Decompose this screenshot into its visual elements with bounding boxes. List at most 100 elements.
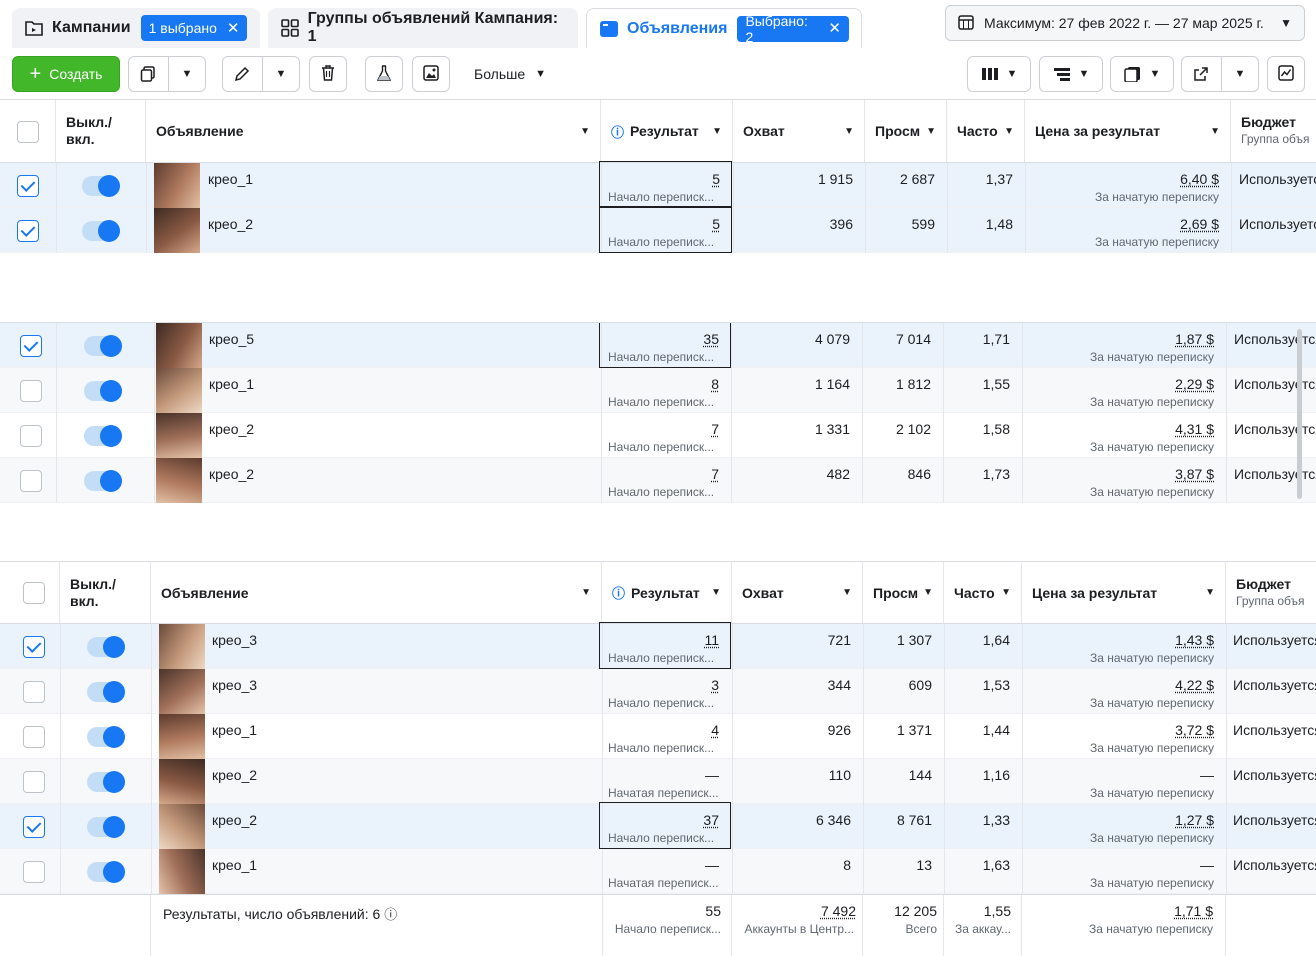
ab-test-button[interactable]	[365, 56, 403, 92]
tab-ads[interactable]: Объявления Выбрано: 2 ✕	[586, 8, 862, 48]
chevron-down-icon[interactable]: ▼	[1220, 57, 1258, 91]
ad-status-toggle[interactable]	[87, 861, 125, 883]
ad-thumbnail[interactable]	[159, 849, 205, 894]
row-checkbox[interactable]	[20, 380, 42, 402]
table-row[interactable]: крео_1 — Начатая переписк... 8 13 1,63 — За нач…	[0, 849, 1316, 894]
ad-name[interactable]: крео_1	[208, 171, 253, 187]
vertical-scrollbar[interactable]	[1297, 329, 1302, 499]
ad-status-toggle[interactable]	[84, 335, 122, 357]
table-row[interactable]: крео_1 5 Начало переписк... 1 915 2 687 1,37 6…	[0, 161, 1316, 208]
col-cpr[interactable]: Цена за результат ▼	[1022, 562, 1226, 623]
columns-button[interactable]: ▼	[967, 56, 1031, 92]
ad-thumbnail[interactable]	[159, 804, 205, 849]
date-range-picker[interactable]: Максимум: 27 фев 2022 г. — 27 мар 2025 г…	[945, 5, 1305, 41]
row-checkbox[interactable]	[23, 726, 45, 748]
col-cpr[interactable]: Цена за результат ▼	[1025, 100, 1231, 162]
row-checkbox[interactable]	[23, 771, 45, 793]
chevron-down-icon[interactable]: ▼	[261, 57, 299, 91]
ad-thumbnail[interactable]	[156, 323, 202, 368]
ad-name[interactable]: крео_2	[209, 421, 254, 437]
table-row[interactable]: крео_2 5 Начало переписк... 396 599 1,48 2,69 …	[0, 206, 1316, 253]
result-cell-value[interactable]: 3	[711, 669, 719, 693]
create-button[interactable]: + Создать	[12, 56, 120, 92]
cost-per-result-cell-value[interactable]: 4,31 $	[1175, 413, 1214, 437]
charts-button[interactable]	[1267, 56, 1305, 92]
table-row[interactable]: крео_5 35 Начало переписк... 4 079 7 014 1,71…	[0, 323, 1316, 368]
ad-name[interactable]: крео_3	[212, 677, 257, 693]
cost-per-result-cell-value[interactable]: 4,22 $	[1175, 669, 1214, 693]
ad-name[interactable]: крео_2	[209, 466, 254, 482]
ad-thumbnail[interactable]	[159, 669, 205, 714]
row-checkbox[interactable]	[23, 816, 45, 838]
delete-button[interactable]	[309, 56, 347, 92]
row-checkbox[interactable]	[23, 681, 45, 703]
export-button[interactable]: ▼	[1181, 56, 1259, 92]
more-button[interactable]: Больше ▼	[462, 56, 558, 92]
col-ad[interactable]: Объявление ▼	[151, 562, 602, 623]
cost-per-result-cell-value[interactable]: 3,72 $	[1175, 714, 1214, 738]
row-checkbox[interactable]	[23, 636, 45, 658]
ad-thumbnail[interactable]	[156, 413, 202, 458]
breakdown-button[interactable]: ▼	[1039, 56, 1103, 92]
ad-status-toggle[interactable]	[84, 425, 122, 447]
reports-button[interactable]: ▼	[1110, 56, 1174, 92]
cost-per-result-cell-value[interactable]: 1,43 $	[1175, 624, 1214, 648]
cost-per-result-cell-value[interactable]: 2,69 $	[1180, 208, 1219, 232]
table-row[interactable]: крео_3 11 Начало переписк... 721 1 307 1,64 1,…	[0, 622, 1316, 669]
ad-thumbnail[interactable]	[156, 458, 202, 503]
preview-button[interactable]	[412, 56, 450, 92]
col-result[interactable]: ⓘ Результат ▼	[602, 562, 732, 623]
ad-thumbnail[interactable]	[154, 163, 200, 208]
close-icon[interactable]: ✕	[828, 21, 841, 36]
ad-name[interactable]: крео_1	[212, 857, 257, 873]
duplicate-button[interactable]: ▼	[128, 56, 206, 92]
row-checkbox[interactable]	[20, 335, 42, 357]
ad-status-toggle[interactable]	[82, 175, 120, 197]
cost-per-result-cell-value[interactable]: 3,87 $	[1175, 458, 1214, 482]
ad-status-toggle[interactable]	[87, 636, 125, 658]
pencil-icon[interactable]	[223, 57, 262, 91]
ad-name[interactable]: крео_2	[208, 216, 253, 232]
col-impr[interactable]: Просм ▼	[865, 100, 947, 162]
cost-per-result-cell-value[interactable]: 2,29 $	[1175, 368, 1214, 392]
export-icon[interactable]	[1182, 57, 1221, 91]
select-all-checkbox[interactable]	[23, 582, 45, 604]
ad-status-toggle[interactable]	[82, 220, 120, 242]
ad-status-toggle[interactable]	[87, 816, 125, 838]
cost-per-result-cell-value[interactable]: 1,87 $	[1175, 323, 1214, 347]
ad-thumbnail[interactable]	[154, 208, 200, 253]
result-cell-value[interactable]: 7	[711, 413, 719, 437]
ad-status-toggle[interactable]	[87, 771, 125, 793]
col-budget[interactable]: Бюджет Группа объя	[1231, 100, 1316, 162]
col-result[interactable]: ⓘ Результат ▼	[601, 100, 733, 162]
row-checkbox[interactable]	[23, 861, 45, 883]
tab-adsets[interactable]: Группы объявлений Кампания: 1	[268, 8, 578, 48]
cost-per-result-cell-value[interactable]: 6,40 $	[1180, 163, 1219, 187]
edit-button[interactable]: ▼	[222, 56, 300, 92]
copy-icon[interactable]	[129, 57, 168, 91]
ad-status-toggle[interactable]	[84, 380, 122, 402]
ad-name[interactable]: крео_2	[212, 812, 257, 828]
ad-thumbnail[interactable]	[156, 368, 202, 413]
col-freq[interactable]: Часто ▼	[947, 100, 1025, 162]
ad-thumbnail[interactable]	[159, 759, 205, 804]
info-icon[interactable]: ⓘ	[384, 907, 397, 922]
col-impr[interactable]: Просм ▼	[863, 562, 944, 623]
tab-campaigns[interactable]: Кампании 1 выбрано ✕	[12, 8, 260, 48]
row-checkbox[interactable]	[20, 470, 42, 492]
ad-thumbnail[interactable]	[159, 624, 205, 669]
table-row[interactable]: крео_2 — Начатая переписк... 110 144 1,16 — За …	[0, 759, 1316, 804]
ad-name[interactable]: крео_3	[212, 632, 257, 648]
select-all-checkbox[interactable]	[17, 121, 39, 143]
table-row[interactable]: крео_2 7 Начало переписк... 482 846 1,73 3,87 …	[0, 458, 1316, 503]
ad-name[interactable]: крео_5	[209, 331, 254, 347]
row-checkbox[interactable]	[20, 425, 42, 447]
row-checkbox[interactable]	[17, 175, 39, 197]
chevron-down-icon[interactable]: ▼	[167, 57, 205, 91]
col-freq[interactable]: Часто ▼	[944, 562, 1022, 623]
col-reach[interactable]: Охват ▼	[732, 562, 863, 623]
row-checkbox[interactable]	[17, 220, 39, 242]
table-row[interactable]: крео_1 4 Начало переписк... 926 1 371 1,44 3,7…	[0, 714, 1316, 759]
ad-thumbnail[interactable]	[159, 714, 205, 759]
table-row[interactable]: крео_2 37 Начало переписк... 6 346 8 761 1,33…	[0, 802, 1316, 849]
